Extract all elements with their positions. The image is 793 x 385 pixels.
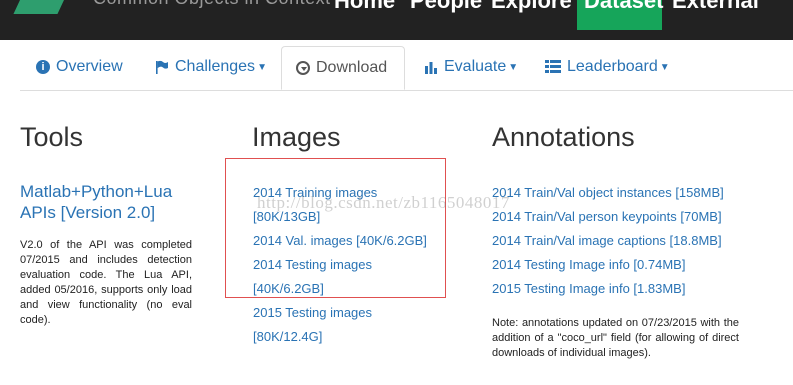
bar-chart-icon xyxy=(425,62,437,74)
caret-down-icon: ▼ xyxy=(508,61,519,73)
logo-text[interactable]: Common Objects in Context xyxy=(93,0,331,9)
tabs-divider xyxy=(20,90,793,91)
image-link-2015-test[interactable]: 2015 Testing images xyxy=(253,305,372,320)
image-link-2015-test-size[interactable]: [80K/12.4G] xyxy=(253,329,322,344)
nav-dataset[interactable]: Dataset xyxy=(584,0,663,14)
annotation-link-keypoints[interactable]: 2014 Train/Val person keypoints [70MB] xyxy=(492,209,722,224)
nav-people[interactable]: People xyxy=(410,0,482,14)
images-heading: Images xyxy=(252,122,341,152)
annotation-link-2014-test-info[interactable]: 2014 Testing Image info [0.74MB] xyxy=(492,257,685,272)
download-icon xyxy=(296,61,310,75)
tab-overview-label: Overview xyxy=(56,58,123,75)
tab-evaluate[interactable]: Evaluate ▼ xyxy=(424,58,518,76)
annotations-heading: Annotations xyxy=(492,122,635,152)
tools-heading: Tools xyxy=(20,122,84,152)
highlight-box xyxy=(225,158,446,298)
tab-leaderboard[interactable]: Leaderboard ▼ xyxy=(545,58,670,76)
tab-download[interactable]: Download xyxy=(281,46,405,90)
tab-overview[interactable]: i Overview xyxy=(36,58,123,76)
nav-external[interactable]: External xyxy=(672,0,759,14)
annotations-note: Note: annotations updated on 07/23/2015 … xyxy=(492,317,739,359)
annotation-link-2015-test-info[interactable]: 2015 Testing Image info [1.83MB] xyxy=(492,281,685,296)
nav-home[interactable]: Home xyxy=(334,0,395,14)
tab-challenges-label: Challenges xyxy=(175,58,256,75)
api-download-link[interactable]: Matlab+Python+Lua APIs [Version 2.0] xyxy=(20,181,210,223)
coco-logo-icon[interactable] xyxy=(13,0,71,14)
nav-explore[interactable]: Explore xyxy=(491,0,572,14)
caret-down-icon: ▼ xyxy=(659,61,670,73)
info-icon: i xyxy=(36,60,50,74)
caret-down-icon: ▼ xyxy=(257,61,267,73)
image-link-2014-test[interactable]: 2014 Testing images xyxy=(253,257,372,272)
image-link-2014-val[interactable]: 2014 Val. images [40K/6.2GB] xyxy=(253,233,427,248)
list-icon xyxy=(545,60,561,73)
tab-evaluate-label: Evaluate xyxy=(444,58,507,75)
top-navbar: Common Objects in Context Home People Ex… xyxy=(0,0,793,40)
flag-icon xyxy=(156,60,168,74)
annotation-link-instances[interactable]: 2014 Train/Val object instances [158MB] xyxy=(492,185,724,200)
tab-challenges[interactable]: Challenges ▼ xyxy=(155,58,267,76)
api-description: V2.0 of the API was completed 07/2015 an… xyxy=(20,239,192,326)
image-link-2014-test-size[interactable]: [40K/6.2GB] xyxy=(253,281,324,296)
watermark-text: http://blog.csdn.net/zb1165048017 xyxy=(257,193,510,212)
annotation-link-captions[interactable]: 2014 Train/Val image captions [18.8MB] xyxy=(492,233,722,248)
tab-download-label: Download xyxy=(316,59,388,76)
tab-leaderboard-label: Leaderboard xyxy=(567,58,658,75)
